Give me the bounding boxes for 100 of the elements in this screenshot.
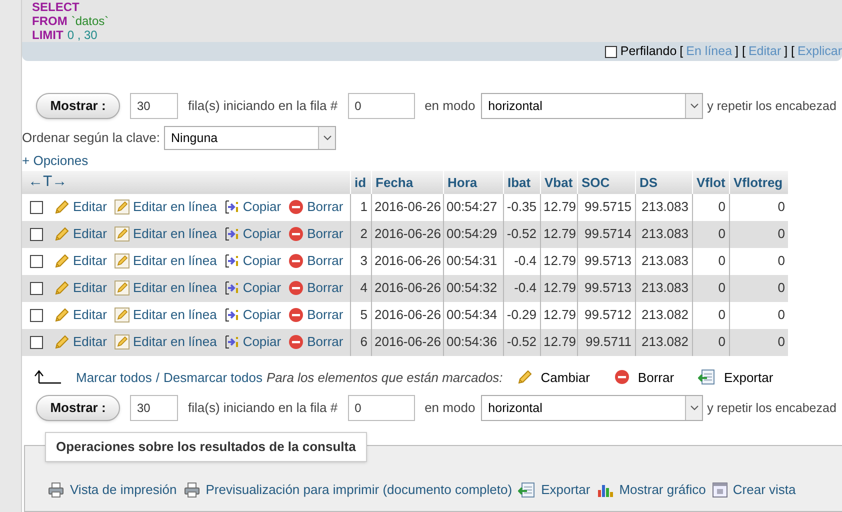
row-action-link[interactable]: Copiar [224, 332, 282, 352]
table-cell: -0.35 [503, 194, 540, 221]
table-cell: 00:54:34 [443, 302, 503, 329]
show-button[interactable]: Mostrar : [36, 93, 120, 120]
delete-icon [614, 369, 630, 386]
table-cell: 0 [692, 220, 729, 248]
uncheck-all-link[interactable]: Desmarcar todos [164, 368, 262, 388]
start-row-input[interactable]: 0 [348, 93, 415, 120]
pencil-icon [54, 280, 70, 296]
column-header[interactable]: Vflot [692, 171, 729, 194]
table-cell: 12.79 [540, 248, 577, 275]
operation-link[interactable]: Previsualización para imprimir (documento completo) [182, 480, 512, 500]
rows-input[interactable]: 30 [130, 93, 178, 120]
bracket-text: ] [ [735, 43, 746, 60]
row-action-link[interactable]: Copiar [224, 278, 282, 298]
rows-input[interactable]: 30 [130, 395, 178, 422]
check-all-link[interactable]: Marcar todos [76, 368, 152, 388]
row-checkbox[interactable] [30, 336, 43, 349]
column-resize-toggle[interactable]: ←T→ [22, 171, 350, 194]
table-cell: 12.79 [540, 274, 577, 302]
table-cell: 99.5713 [577, 248, 635, 275]
show-button[interactable]: Mostrar : [36, 395, 120, 422]
row-checkbox[interactable] [30, 254, 43, 268]
bulk-action-button[interactable]: Borrar [614, 368, 674, 388]
sql-keyword: FROM [32, 14, 68, 28]
row-action-link[interactable]: Borrar [288, 332, 344, 352]
checkbox[interactable] [605, 46, 618, 58]
pencil-icon [54, 253, 70, 270]
row-action-link[interactable]: Borrar [288, 278, 344, 298]
pencil-in-box-icon [114, 334, 130, 350]
printer-icon [47, 482, 65, 498]
table-cell: 0 [692, 194, 729, 221]
column-header[interactable]: Fecha [371, 171, 443, 194]
sql-argument: 0 , 30 [67, 28, 98, 42]
operation-link[interactable]: Crear vista [712, 480, 796, 500]
row-action-link[interactable]: Copiar [224, 251, 282, 271]
copy-icon [224, 307, 240, 324]
row-action-link[interactable]: Editar en línea [114, 332, 217, 352]
table-cell: 0 [729, 248, 788, 275]
sort-label: Ordenar según la clave: [22, 129, 160, 148]
table-cell: 213.083 [635, 274, 692, 302]
row-action-link[interactable]: Borrar [288, 197, 344, 217]
table-cell: 2016-06-26 [371, 194, 443, 221]
row-action-link[interactable]: Editar [54, 224, 107, 244]
row-action-link[interactable]: Editar [54, 251, 107, 271]
table-cell: 99.5711 [577, 328, 635, 356]
operation-link[interactable]: Vista de impresión [47, 480, 177, 500]
row-action-link[interactable]: Borrar [288, 224, 344, 244]
row-action-link[interactable]: Editar [54, 332, 107, 352]
pencil-icon [54, 199, 70, 216]
table-cell: 0 [692, 274, 729, 302]
mode-dropdown[interactable]: horizontal [481, 395, 704, 422]
operation-link[interactable]: Exportar [518, 480, 590, 500]
column-header[interactable]: id [350, 171, 371, 194]
row-action-link[interactable]: Editar en línea [114, 278, 217, 298]
row-action-link[interactable]: Editar [54, 305, 107, 325]
row-action-link[interactable]: Editar en línea [114, 251, 217, 271]
row-checkbox[interactable] [30, 308, 43, 322]
row-checkbox[interactable] [30, 200, 43, 214]
bulk-action-button[interactable]: Exportar [698, 368, 774, 388]
pencil-in-box-icon [114, 280, 130, 296]
mode-dropdown[interactable]: horizontal [481, 93, 704, 120]
row-action-link[interactable]: Copiar [224, 224, 282, 244]
column-header[interactable]: Vflotreg [729, 171, 788, 194]
row-action-link[interactable]: Editar en línea [114, 305, 217, 325]
rows-label: fila(s) iniciando en la fila # [188, 97, 338, 116]
pencil-icon [54, 226, 70, 242]
rows-label: fila(s) iniciando en la fila # [188, 399, 338, 418]
table-cell: 00:54:27 [443, 194, 503, 221]
row-action-link[interactable]: Copiar [224, 305, 282, 325]
row-action-link[interactable]: Borrar [288, 251, 344, 271]
mode-label: en modo [424, 97, 476, 116]
operation-link[interactable]: Mostrar gráfico [596, 480, 706, 500]
table-cell: 3 [350, 248, 371, 275]
mode-label: en modo [424, 399, 476, 418]
row-action-link[interactable]: Editar [54, 278, 107, 298]
table-cell: 12.79 [540, 302, 577, 329]
row-action-link[interactable]: Editar en línea [114, 197, 217, 217]
column-header[interactable]: SOC [577, 171, 635, 194]
row-action-link[interactable]: Borrar [288, 305, 344, 325]
options-link[interactable]: + Opciones [22, 153, 88, 170]
table-cell: 4 [350, 274, 371, 302]
pencil-in-box-icon [114, 226, 130, 242]
corner-arrow-icon [34, 370, 62, 384]
column-header[interactable]: Vbat [540, 171, 577, 194]
row-action-link[interactable]: Editar en línea [114, 224, 217, 244]
column-header[interactable]: Hora [443, 171, 503, 194]
export-icon [698, 369, 716, 386]
column-header[interactable]: Ibat [503, 171, 540, 194]
column-header[interactable]: DS [635, 171, 692, 194]
sort-dropdown[interactable]: Ninguna [164, 126, 336, 150]
start-row-input[interactable]: 0 [348, 395, 415, 422]
row-action-link[interactable]: Copiar [224, 197, 282, 217]
table-cell: -0.4 [503, 274, 540, 302]
pencil-in-box-icon [114, 253, 130, 270]
row-checkbox[interactable] [30, 282, 43, 295]
bulk-action-button[interactable]: Cambiar [516, 368, 590, 388]
row-action-link[interactable]: Editar [54, 197, 107, 217]
row-checkbox[interactable] [30, 228, 43, 241]
table-cell: 0 [692, 328, 729, 356]
